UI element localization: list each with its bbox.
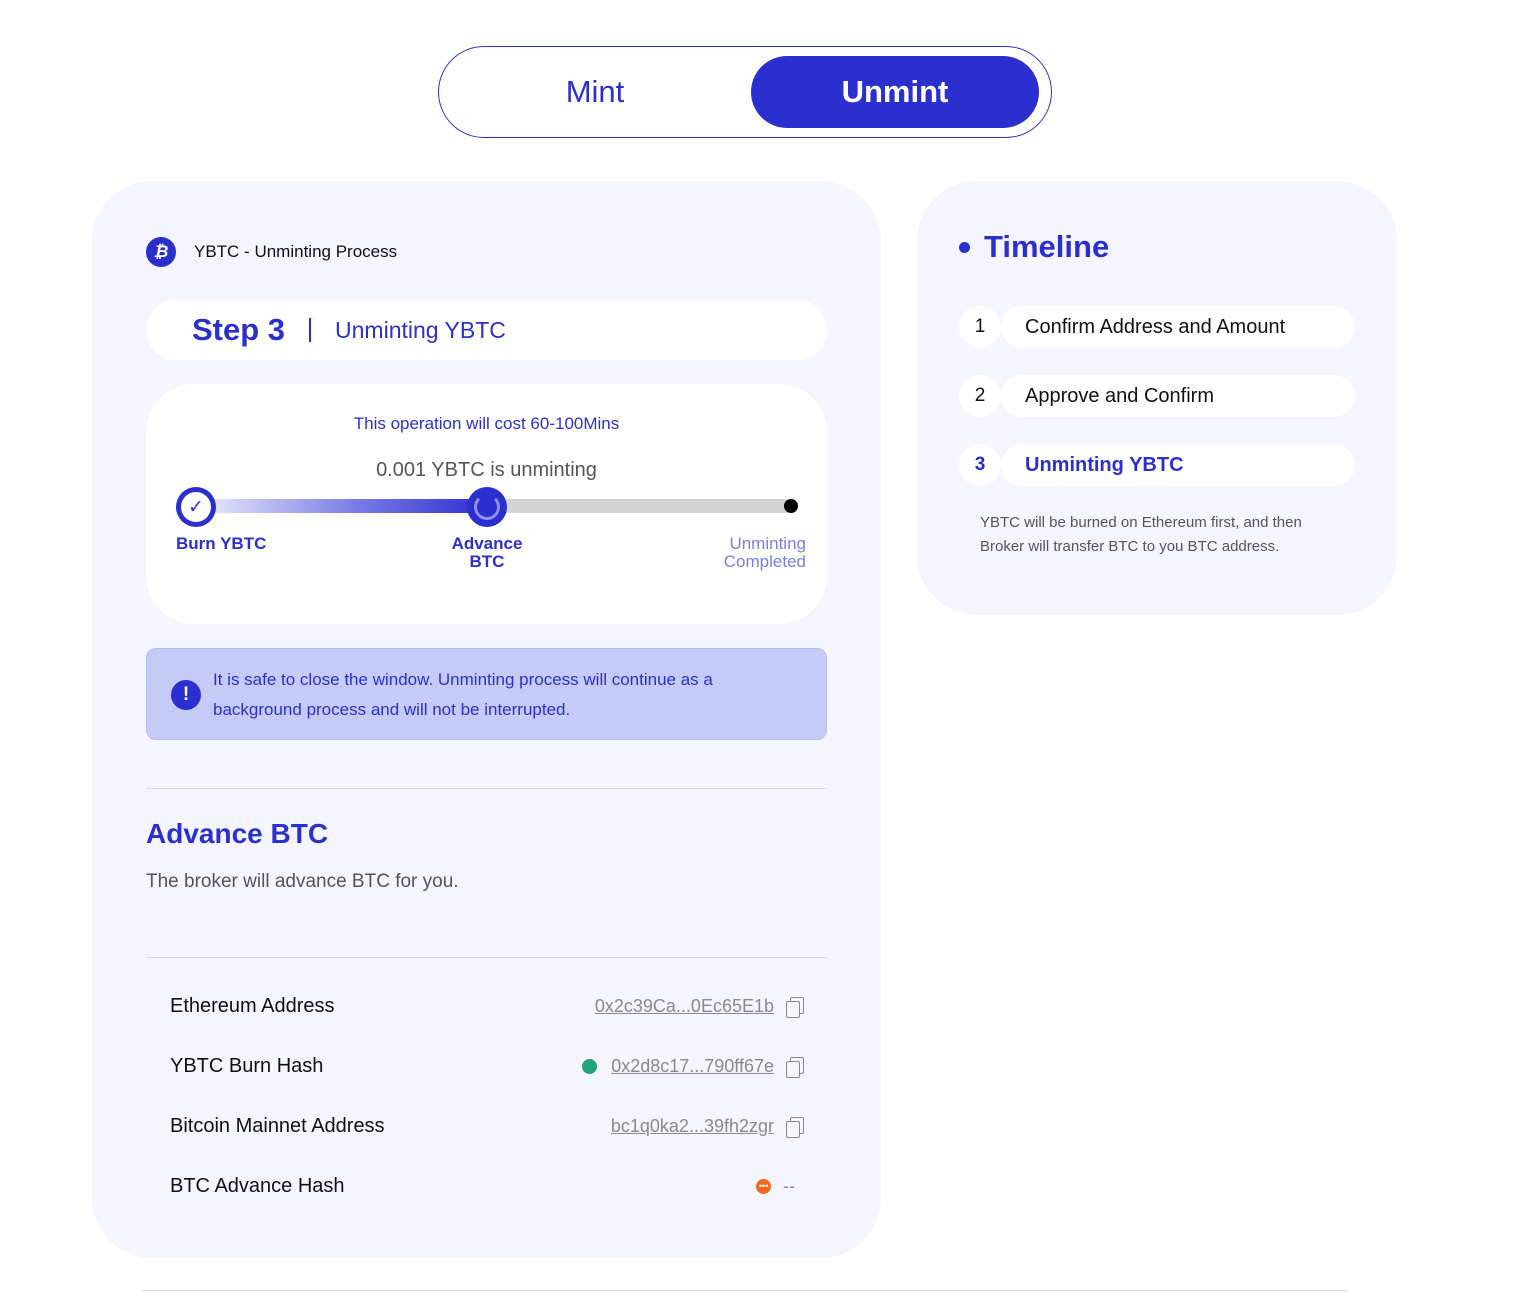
cost-estimate: This operation will cost 60-100Mins	[353, 414, 620, 433]
stage-advance-node	[467, 487, 507, 527]
loading-spinner-icon	[474, 494, 500, 520]
mint-tab[interactable]: Mint	[451, 56, 739, 128]
timeline-step-label: Unminting YBTC	[1001, 444, 1355, 486]
step-indicator: Step 3 Unminting YBTC	[146, 300, 827, 360]
timeline-header: Timeline	[959, 229, 1109, 265]
unmint-tab[interactable]: Unmint	[751, 56, 1039, 128]
step-separator	[309, 318, 312, 342]
stage-advance-label: Advance BTC	[437, 535, 537, 571]
exclamation-icon: !	[171, 680, 201, 710]
ethereum-address-link[interactable]: 0x2c39Ca...0Ec65E1b	[595, 996, 774, 1017]
detail-value: bc1q0ka2...39fh2zgr	[611, 1116, 804, 1138]
success-status-icon	[582, 1058, 598, 1074]
stage-advance-label-line1: Advance	[451, 534, 523, 553]
burn-hash-link[interactable]: 0x2d8c17...790ff67e	[611, 1056, 774, 1077]
detail-label: Ethereum Address	[170, 994, 335, 1017]
safe-close-notice: ! It is safe to close the window. Unmint…	[146, 648, 827, 740]
timeline-step-number: 1	[959, 306, 1001, 348]
timeline-step-label: Approve and Confirm	[1001, 375, 1355, 417]
detail-value: ••• --	[756, 1176, 795, 1197]
detail-row-advance-hash: BTC Advance Hash ••• --	[170, 1171, 803, 1201]
unminting-process-panel: ₿ YBTC - Unminting Process Step 3 Unmint…	[92, 181, 881, 1258]
stage-completed-label-line1: Unminting	[729, 534, 806, 553]
detail-label: YBTC Burn Hash	[170, 1054, 324, 1077]
advance-btc-description: The broker will advance BTC for you.	[146, 871, 459, 892]
detail-row-burn-hash: YBTC Burn Hash 0x2d8c17...790ff67e	[170, 1051, 804, 1081]
detail-label: BTC Advance Hash	[170, 1174, 345, 1197]
bitcoin-icon: ₿	[146, 237, 176, 267]
bitcoin-address-link[interactable]: bc1q0ka2...39fh2zgr	[611, 1116, 774, 1137]
stage-burn-node: ✓	[176, 487, 216, 527]
bullet-icon	[959, 241, 970, 253]
stage-completed-label-line2: Completed	[723, 552, 806, 571]
advance-btc-title: Advance BTC	[146, 818, 329, 849]
timeline-panel: Timeline 1 Confirm Address and Amount 2 …	[917, 181, 1397, 615]
timeline-step-label: Confirm Address and Amount	[1001, 306, 1355, 348]
copy-icon[interactable]	[786, 1056, 804, 1078]
stage-burn-label: Burn YBTC	[176, 534, 267, 553]
check-icon: ✓	[181, 492, 211, 522]
unmint-amount: 0.001 YBTC is unminting	[376, 459, 597, 481]
advance-hash-value: --	[783, 1175, 795, 1196]
progress-card: This operation will cost 60-100Mins 0.00…	[146, 384, 827, 624]
timeline-title: Timeline	[984, 229, 1110, 264]
section-divider	[146, 788, 827, 789]
details-divider	[146, 957, 827, 958]
timeline-item-2: 2 Approve and Confirm	[959, 375, 1355, 417]
detail-row-ethereum-address: Ethereum Address 0x2c39Ca...0Ec65E1b	[170, 991, 804, 1021]
timeline-item-1: 1 Confirm Address and Amount	[959, 306, 1355, 348]
step-number: Step 3	[192, 312, 286, 347]
detail-value: 0x2c39Ca...0Ec65E1b	[595, 996, 804, 1018]
step-name: Unminting YBTC	[335, 316, 506, 343]
copy-icon[interactable]	[786, 1116, 804, 1138]
timeline-item-3: 3 Unminting YBTC	[959, 444, 1355, 486]
page-bottom-divider	[142, 1290, 1347, 1291]
timeline-step-number: 3	[959, 444, 1001, 486]
stage-completed-label: Unminting Completed	[696, 535, 806, 571]
process-header: ₿ YBTC - Unminting Process	[146, 237, 397, 267]
pending-status-icon: •••	[756, 1178, 771, 1194]
process-title: YBTC - Unminting Process	[194, 242, 398, 261]
detail-value: 0x2d8c17...790ff67e	[582, 1056, 804, 1078]
progress-fill	[196, 499, 486, 513]
timeline-step-number: 2	[959, 375, 1001, 417]
detail-row-bitcoin-address: Bitcoin Mainnet Address bc1q0ka2...39fh2…	[170, 1111, 804, 1141]
stage-advance-label-line2: BTC	[469, 552, 505, 571]
timeline-note: YBTC will be burned on Ethereum first, a…	[980, 514, 1302, 555]
detail-label: Bitcoin Mainnet Address	[170, 1114, 385, 1137]
mint-unmint-toggle: Mint Unmint	[438, 46, 1052, 138]
notice-text: It is safe to close the window. Unmintin…	[213, 670, 713, 719]
stage-completed-node	[784, 499, 798, 513]
copy-icon[interactable]	[786, 996, 804, 1018]
